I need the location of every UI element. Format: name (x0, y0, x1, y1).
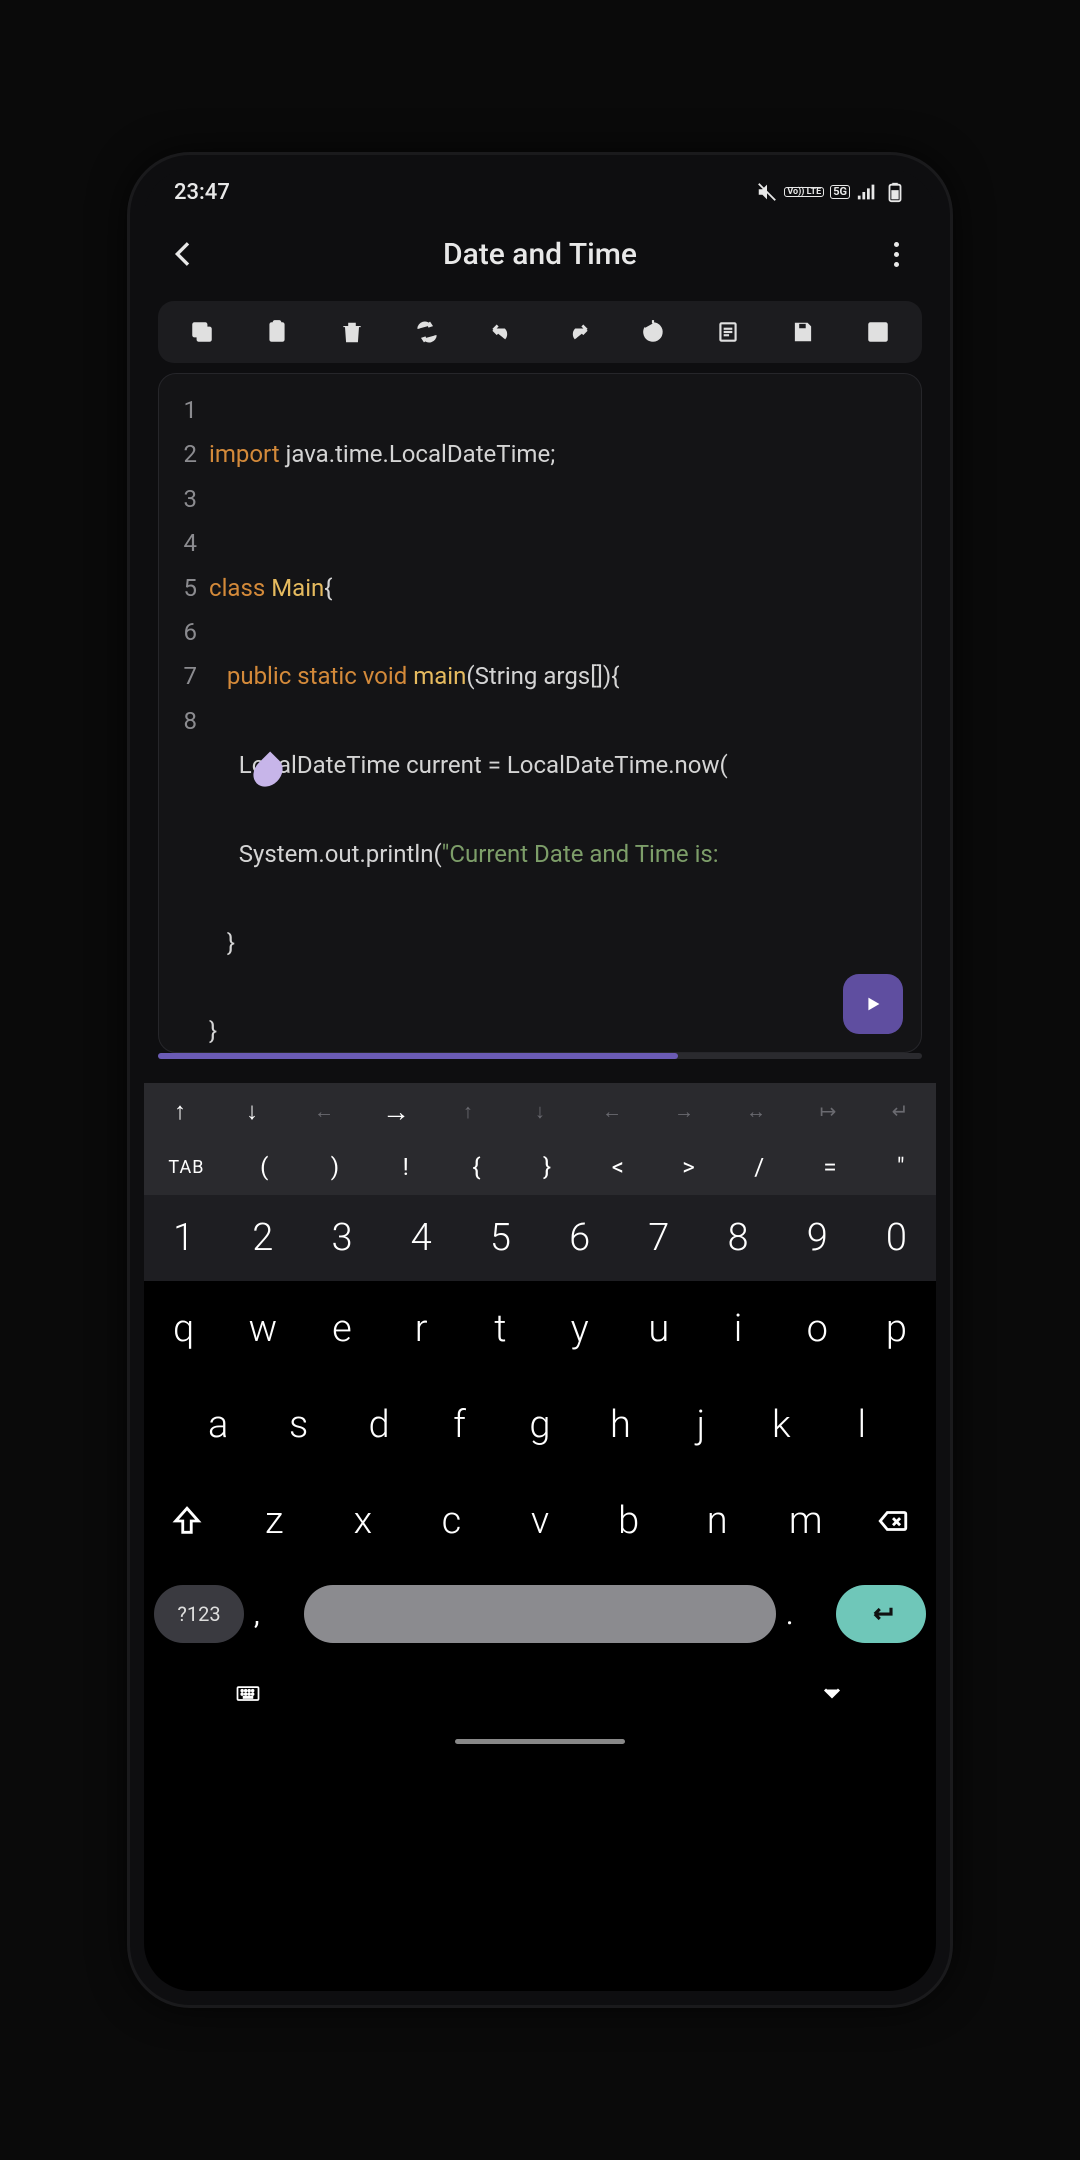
key-5[interactable]: 5 (461, 1195, 540, 1281)
open-external-button[interactable] (862, 316, 894, 348)
line-gutter: 1 2 3 4 5 6 7 8 (159, 388, 209, 1053)
key-2[interactable]: 2 (223, 1195, 302, 1281)
key-f[interactable]: f (419, 1377, 499, 1473)
soft-keyboard: 1234567890 qwertyuiop asdfghjkl zxcvbnm … (144, 1195, 936, 1991)
key-g[interactable]: g (500, 1377, 580, 1473)
symbol-key-=[interactable]: = (795, 1139, 866, 1195)
key-0[interactable]: 0 (857, 1195, 936, 1281)
arrow-key-4[interactable]: ↑ (432, 1083, 504, 1139)
undo-button[interactable] (486, 316, 518, 348)
save-button[interactable] (787, 316, 819, 348)
mute-icon (756, 181, 778, 203)
space-key[interactable] (304, 1585, 776, 1643)
key-m[interactable]: m (761, 1473, 850, 1569)
key-c[interactable]: c (407, 1473, 496, 1569)
arrow-key-7[interactable]: → (648, 1083, 720, 1139)
arrow-key-2[interactable]: ← (288, 1083, 360, 1139)
key-t[interactable]: t (461, 1281, 540, 1377)
status-bar: 23:47 Vo)) LTE 5G (144, 169, 936, 215)
key-h[interactable]: h (580, 1377, 660, 1473)
key-d[interactable]: d (339, 1377, 419, 1473)
battery-icon (884, 181, 906, 203)
key-8[interactable]: 8 (698, 1195, 777, 1281)
format-button[interactable] (712, 316, 744, 348)
redo-button[interactable] (562, 316, 594, 348)
shift-key[interactable] (144, 1473, 230, 1569)
key-n[interactable]: n (673, 1473, 762, 1569)
key-w[interactable]: w (223, 1281, 302, 1377)
find-replace-button[interactable] (411, 316, 443, 348)
back-button[interactable] (164, 234, 204, 274)
backspace-key[interactable] (850, 1473, 936, 1569)
key-a[interactable]: a (178, 1377, 258, 1473)
delete-button[interactable] (336, 316, 368, 348)
key-e[interactable]: e (302, 1281, 381, 1377)
arrow-key-8[interactable]: ↔ (720, 1083, 792, 1139)
symbol-key-}[interactable]: } (512, 1139, 583, 1195)
arrow-key-0[interactable]: ↑ (144, 1083, 216, 1139)
enter-key[interactable] (836, 1585, 926, 1643)
volte-badge: Vo)) LTE (784, 187, 824, 197)
reset-button[interactable] (637, 316, 669, 348)
key-1[interactable]: 1 (144, 1195, 223, 1281)
page-title: Date and Time (204, 237, 876, 272)
period-key[interactable]: . (786, 1598, 826, 1631)
symbol-key-tab[interactable]: TAB (144, 1139, 229, 1195)
editor-toolbar (158, 301, 922, 363)
symbol-key-{[interactable]: { (441, 1139, 512, 1195)
symbol-key-/[interactable]: / (724, 1139, 795, 1195)
key-z[interactable]: z (230, 1473, 319, 1569)
symbols-key[interactable]: ?123 (154, 1585, 244, 1643)
key-r[interactable]: r (382, 1281, 461, 1377)
key-4[interactable]: 4 (382, 1195, 461, 1281)
keyboard-switch-icon[interactable] (234, 1679, 262, 1707)
arrow-key-3[interactable]: → (360, 1083, 432, 1139)
paste-button[interactable] (261, 316, 293, 348)
key-v[interactable]: v (496, 1473, 585, 1569)
system-nav-bar (144, 1659, 936, 1739)
symbol-key-![interactable]: ! (370, 1139, 441, 1195)
signal-icon (856, 181, 878, 203)
run-button[interactable] (843, 974, 903, 1034)
key-q[interactable]: q (144, 1281, 223, 1377)
key-o[interactable]: o (778, 1281, 857, 1377)
arrow-key-6[interactable]: ← (576, 1083, 648, 1139)
key-k[interactable]: k (741, 1377, 821, 1473)
key-7[interactable]: 7 (619, 1195, 698, 1281)
key-i[interactable]: i (698, 1281, 777, 1377)
clock: 23:47 (174, 180, 230, 205)
key-p[interactable]: p (857, 1281, 936, 1377)
arrow-key-5[interactable]: ↓ (504, 1083, 576, 1139)
key-9[interactable]: 9 (778, 1195, 857, 1281)
overflow-menu-button[interactable] (876, 242, 916, 267)
key-s[interactable]: s (258, 1377, 338, 1473)
key-u[interactable]: u (619, 1281, 698, 1377)
arrow-key-1[interactable]: ↓ (216, 1083, 288, 1139)
symbol-key-<[interactable]: < (582, 1139, 653, 1195)
code-editor[interactable]: 1 2 3 4 5 6 7 8 import java.time.LocalDa… (158, 373, 922, 1053)
symbol-key-"[interactable]: " (865, 1139, 936, 1195)
comma-key[interactable]: , (254, 1598, 294, 1631)
horizontal-scrollbar[interactable] (158, 1053, 922, 1059)
key-l[interactable]: l (822, 1377, 902, 1473)
symbol-key-([interactable]: ( (229, 1139, 300, 1195)
gesture-bar[interactable] (455, 1739, 625, 1744)
symbol-key->[interactable]: > (653, 1139, 724, 1195)
coding-accessory-bar: ↑↓←→↑↓←→↔↦↵ TAB()!{}<>/=" (144, 1083, 936, 1195)
hide-keyboard-icon[interactable] (818, 1679, 846, 1707)
arrow-key-10[interactable]: ↵ (864, 1083, 936, 1139)
arrow-key-9[interactable]: ↦ (792, 1083, 864, 1139)
app-bar: Date and Time (144, 215, 936, 293)
key-6[interactable]: 6 (540, 1195, 619, 1281)
symbol-key-)[interactable]: ) (300, 1139, 371, 1195)
key-y[interactable]: y (540, 1281, 619, 1377)
key-j[interactable]: j (661, 1377, 741, 1473)
key-3[interactable]: 3 (302, 1195, 381, 1281)
network-badge: 5G (830, 185, 850, 199)
key-x[interactable]: x (319, 1473, 408, 1569)
key-b[interactable]: b (584, 1473, 673, 1569)
code-content[interactable]: import java.time.LocalDateTime; class Ma… (209, 388, 921, 1053)
copy-button[interactable] (186, 316, 218, 348)
scrollbar-thumb[interactable] (158, 1053, 678, 1059)
